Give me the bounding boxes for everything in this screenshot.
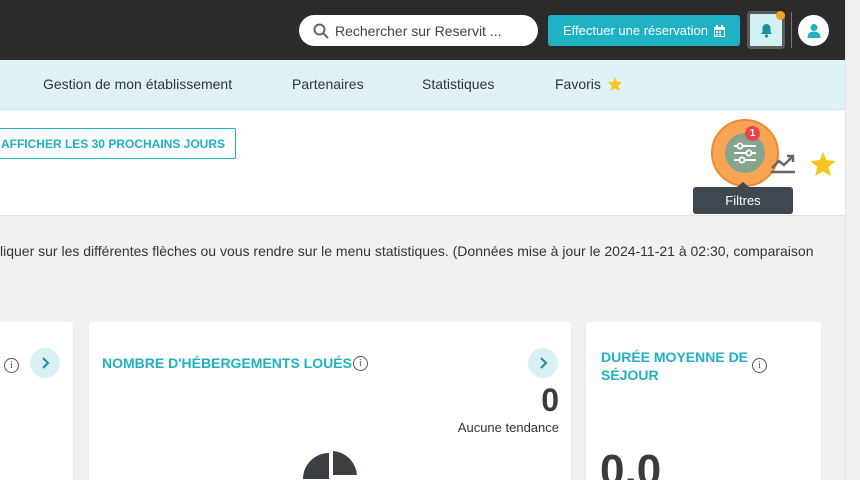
nav-label: Gestion de mon établissement: [43, 76, 233, 92]
filter-count-badge: 1: [745, 126, 760, 141]
sliders-icon: [734, 142, 756, 164]
favorite-star-icon[interactable]: [809, 150, 837, 178]
pie-chart-icon: [303, 451, 357, 479]
info-icon[interactable]: i: [4, 358, 19, 373]
header-divider: [791, 12, 792, 48]
chevron-right-icon: [540, 357, 548, 369]
tooltip-text: Filtres: [725, 193, 761, 208]
nav-item-statistics[interactable]: Statistiques: [422, 76, 494, 92]
nav-label: Favoris: [555, 76, 601, 92]
rented-count-value: 0: [541, 382, 559, 418]
user-avatar[interactable]: [798, 15, 829, 46]
nav-item-favorites[interactable]: Favoris: [555, 76, 623, 92]
show-next-30-days-button[interactable]: AFFICHER LES 30 PROCHAINS JOURS: [0, 128, 236, 159]
info-icon[interactable]: i: [752, 358, 767, 373]
next-days-label: AFFICHER LES 30 PROCHAINS JOURS: [0, 136, 226, 151]
nav-item-establishment[interactable]: Gestion de mon établissement: [43, 76, 232, 92]
bell-icon: [760, 23, 772, 38]
make-reservation-button[interactable]: Effectuer une réservation: [548, 15, 740, 46]
nav-item-partners[interactable]: Partenaires: [292, 76, 364, 92]
notification-dot: [776, 11, 785, 20]
nav-label: Partenaires: [292, 76, 364, 92]
user-icon: [807, 24, 820, 38]
filters-button[interactable]: 1: [711, 119, 779, 187]
star-icon: [607, 77, 623, 91]
calendar-icon: [714, 24, 725, 37]
search-icon: [313, 23, 329, 39]
reserve-label: Effectuer une réservation: [562, 23, 708, 38]
stat-card-partial: i: [0, 322, 73, 480]
info-icon[interactable]: i: [353, 356, 368, 371]
stat-card-rented: NOMBRE D'HÉBERGEMENTS LOUÉS i 0 Aucune t…: [89, 322, 571, 480]
search-input[interactable]: [335, 22, 525, 39]
chevron-right-icon: [42, 357, 50, 369]
notifications-button[interactable]: [747, 11, 785, 49]
filter-icon-circle: 1: [725, 126, 765, 173]
average-stay-value: 0,0: [600, 446, 662, 480]
stat-card-average-stay: DURÉE MOYENNE DE SÉJOUR i 0,0: [586, 322, 821, 480]
main-navigation: Gestion de mon établissement Partenaires…: [0, 60, 845, 110]
page-scrollbar[interactable]: [845, 0, 860, 480]
card-title: NOMBRE D'HÉBERGEMENTS LOUÉS: [102, 355, 352, 371]
statistics-info-text: liquer sur les différentes flèches ou vo…: [0, 243, 814, 259]
card-title: DURÉE MOYENNE DE SÉJOUR: [601, 349, 749, 383]
trend-chart-icon[interactable]: [770, 152, 796, 174]
filters-tooltip: Filtres: [693, 182, 793, 214]
trend-label: Aucune tendance: [457, 420, 559, 435]
card-next-button[interactable]: [30, 348, 60, 378]
search-box[interactable]: [299, 15, 538, 46]
nav-label: Statistiques: [422, 76, 495, 92]
top-bar: Effectuer une réservation: [0, 0, 845, 60]
card-next-button[interactable]: [528, 348, 558, 378]
